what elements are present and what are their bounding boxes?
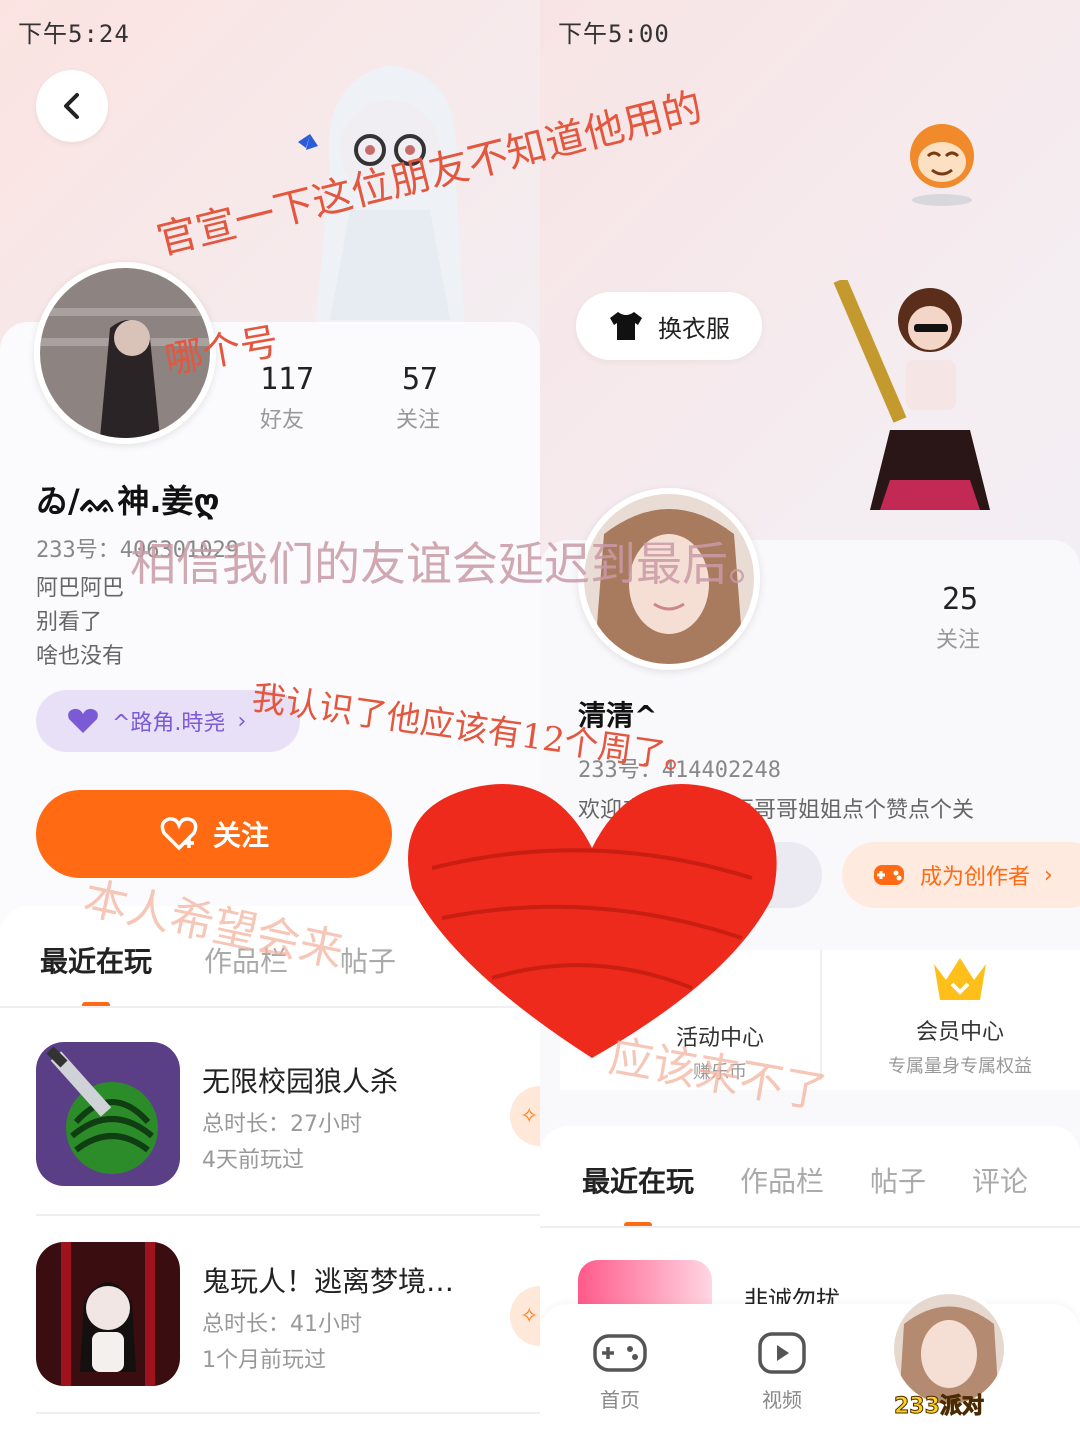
become-creator-button[interactable]: 成为创作者 › [842,842,1080,908]
activity-center[interactable]: 活动中心 赚乐币 [620,1020,820,1084]
game-icon-fcwr [578,1260,712,1310]
bio-line: 啥也没有 [36,644,125,669]
tab-divider [540,1226,1080,1228]
avatar[interactable] [34,262,216,444]
tab-posts[interactable]: 帖子 [870,1160,926,1200]
user-id[interactable]: 233号：414402248 [578,752,781,784]
vip-center-title: 会员中心 [915,1020,1004,1045]
list-item[interactable]: 无限校园狼人杀 总时长：27小时 4天前玩过 ✧ [36,1042,540,1192]
monkey-mascot-icon[interactable] [902,120,982,210]
row-divider [36,1214,540,1216]
nav-home-label: 首页 [600,1388,640,1412]
nav-home[interactable]: 首页 [592,1330,648,1413]
nav-video[interactable]: 视频 [756,1330,808,1413]
party-badge[interactable]: 233派对 [894,1388,985,1420]
shirt-icon [610,312,642,340]
activity-center-title: 活动中心 [675,1026,764,1051]
crown-icon [934,958,986,1000]
vip-center-subtitle: 专属量身专属权益 [888,1056,1032,1077]
avatar[interactable] [578,488,760,670]
change-outfit-label: 换衣服 [658,314,730,343]
tab-divider [0,1006,540,1008]
tab-works[interactable]: 作品栏 [204,940,288,980]
back-button[interactable] [36,70,108,142]
gamepad-icon [593,1334,647,1372]
tab-posts[interactable]: 帖子 [340,940,396,980]
following-label: 关注 [936,628,981,653]
info-pill[interactable] [680,842,822,908]
profile-tabs: 最近在玩 作品栏 帖子 [40,940,396,1008]
profile-tabs: 最近在玩 作品栏 帖子 评论 [582,1160,1028,1228]
heart-plus-icon [160,817,198,851]
bio-line: 别看了 [36,610,103,635]
avatar-character [298,65,465,330]
game-icon-ghost [36,1242,180,1386]
profile-name: 清清^ [578,699,658,732]
side-tab[interactable]: ✧ [510,1286,540,1346]
change-outfit-button[interactable]: 换衣服 [576,292,762,360]
center-divider [820,950,822,1080]
status-time: 下午5:24 [18,20,130,48]
bio-line: 阿巴阿巴 [36,576,125,601]
profile-screen-left: 下午5:24 117 好友 57 关注 ゐ/ᨐ神.姜ღ 233号：4063010… [0,0,540,1440]
follow-button[interactable]: 关注 [36,790,392,878]
game-last-played: 4天前玩过 [202,1148,304,1173]
chevron-right-icon: › [237,708,247,734]
bio: 阿巴阿巴 别看了 啥也没有 [36,572,124,674]
follow-label: 关注 [212,819,269,852]
status-time: 下午5:00 [558,20,670,48]
video-icon [758,1332,806,1374]
game-duration: 总时长：27小时 [202,1112,362,1137]
friend-link-pill[interactable]: ^路角.時尧 › [36,690,300,752]
bio: 欢迎来到我的主页哥哥姐姐点个赞点个关 [578,798,975,823]
nav-video-label: 视频 [762,1388,802,1412]
following-label: 关注 [396,408,441,433]
tab-recent[interactable]: 最近在玩 [582,1160,694,1228]
game-title: 鬼玩人！逃离梦境… [202,1265,455,1298]
tab-comments[interactable]: 评论 [972,1160,1028,1200]
heart-icon [68,708,98,733]
tab-recent[interactable]: 最近在玩 [40,940,152,1008]
bottom-nav: 首页 视频 233派对 [540,1290,1080,1440]
become-creator-label: 成为创作者 [920,865,1031,890]
chevron-left-icon [64,93,79,119]
avatar-character [833,280,990,510]
friend-pill-label: ^路角.時尧 [112,711,226,736]
list-item[interactable]: 鬼玩人！逃离梦境… 总时长：41小时 1个月前玩过 ✧ [36,1242,540,1392]
friends-label: 好友 [260,408,305,433]
side-tab[interactable]: ✧ [510,1086,540,1146]
gamepad-icon [874,865,904,885]
profile-screen-right: 下午5:00 换衣服 25 关注 清清^ 233号：414402248 欢迎来到… [540,0,1080,1440]
friends-count[interactable]: 117 [260,362,314,397]
activity-center-subtitle: 赚乐币 [693,1062,747,1083]
list-item[interactable]: 非诚勿扰 [578,1260,1078,1314]
game-icon-werewolf [36,1042,180,1186]
game-last-played: 1个月前玩过 [202,1348,326,1373]
row-divider [36,1412,540,1414]
chevron-right-icon: › [1044,862,1053,888]
game-duration: 总时长：41小时 [202,1312,362,1337]
game-title: 无限校园狼人杀 [202,1065,399,1098]
following-count[interactable]: 25 [942,582,978,617]
tab-works[interactable]: 作品栏 [740,1160,824,1200]
center-shortcuts: 活动中心 赚乐币 会员中心 专属量身专属权益 [560,950,1080,1090]
user-id[interactable]: 233号：406301029 [36,532,239,564]
following-count[interactable]: 57 [402,362,438,397]
profile-name: ゐ/ᨐ神.姜ღ [36,482,220,520]
vip-center[interactable]: 会员中心 专属量身专属权益 [860,950,1060,1078]
